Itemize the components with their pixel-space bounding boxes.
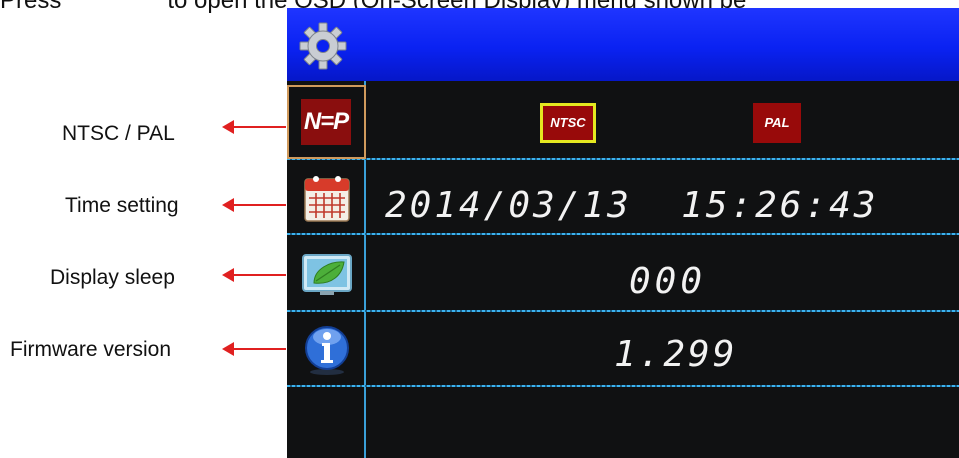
- row-divider: [287, 158, 959, 160]
- gear-icon[interactable]: [299, 22, 347, 70]
- label-firmware-version: Firmware version: [10, 338, 172, 361]
- option-pal[interactable]: PAL: [753, 103, 801, 143]
- display-leaf-icon[interactable]: [300, 247, 354, 301]
- datetime-value[interactable]: 2014/03/13 15:26:43: [385, 186, 878, 226]
- arrow-display-sleep: [222, 268, 286, 282]
- arrow-firmware-version: [222, 342, 286, 356]
- label-time-setting: Time setting: [65, 194, 179, 217]
- calendar-icon[interactable]: [300, 171, 354, 225]
- osd-header: [287, 8, 959, 81]
- row-divider: [287, 233, 959, 235]
- label-ntsc-pal: NTSC / PAL: [62, 122, 175, 145]
- firmware-version-value: 1.299: [614, 334, 738, 375]
- osd-menu: N=P NTSC PAL 2014/03/13 15:26:43 000 1.2…: [287, 8, 959, 458]
- row-divider: [287, 310, 959, 312]
- arrow-time-setting: [222, 198, 286, 212]
- info-icon[interactable]: [300, 323, 354, 377]
- display-sleep-value[interactable]: 000: [629, 262, 706, 302]
- arrow-ntsc-pal: [222, 120, 286, 134]
- ntsc-pal-icon[interactable]: N=P: [301, 99, 351, 145]
- label-display-sleep: Display sleep: [50, 266, 175, 289]
- caption-before: Press: [0, 0, 62, 14]
- option-ntsc[interactable]: NTSC: [540, 103, 596, 143]
- row-divider: [287, 385, 959, 387]
